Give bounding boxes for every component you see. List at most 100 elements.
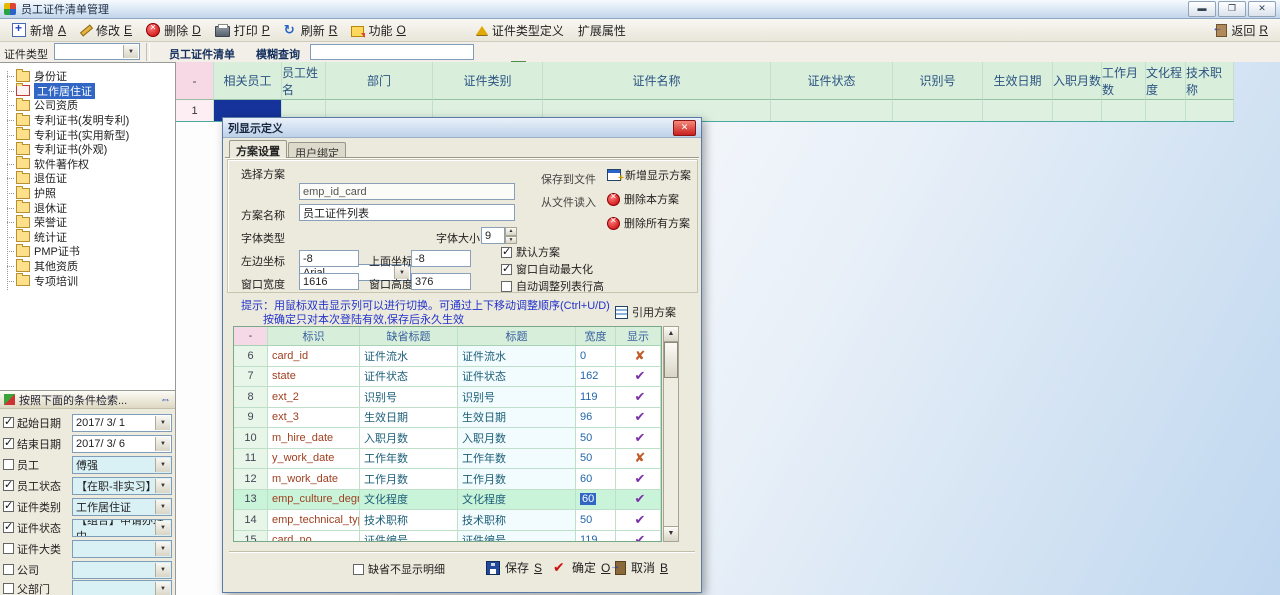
col-header[interactable]: 显示 (616, 327, 661, 345)
col-header-hire-months[interactable]: 入职月数 (1053, 62, 1102, 100)
col-header-cert-status[interactable]: 证件状态 (771, 62, 893, 100)
checkbox[interactable] (3, 480, 14, 491)
col-header-department[interactable]: 部门 (326, 62, 433, 100)
save-button[interactable]: 保存S (486, 559, 542, 576)
minimize-button[interactable]: ▬ (1188, 1, 1216, 17)
column-row[interactable]: 11y_work_date工作年数工作年数50✘ (234, 449, 661, 470)
tree-item[interactable]: 专利证书(发明专利) (0, 113, 175, 128)
column-row[interactable]: 7state证件状态证件状态162✔ (234, 367, 661, 388)
checkbox[interactable] (3, 583, 14, 594)
table-scrollbar[interactable]: ▲ ▼ (663, 326, 679, 542)
column-row-selected[interactable]: 13emp_culture_degr文化程度文化程度60✔ (234, 490, 661, 511)
tree-item-selected[interactable]: 工作居住证 (0, 84, 175, 99)
maximize-button[interactable]: ❐ (1218, 1, 1246, 17)
hide-detail-checkbox[interactable]: 缺省不显示明细 (353, 561, 445, 577)
tree-item[interactable]: 其他资质 (0, 259, 175, 274)
left-coord-input[interactable]: -8 (299, 250, 359, 267)
search-input[interactable] (310, 44, 474, 60)
checkbox[interactable] (3, 543, 14, 554)
checkbox[interactable] (501, 281, 512, 292)
column-row[interactable]: 15card_no证件编号证件编号119✔ (234, 531, 661, 543)
col-header-cert-category[interactable]: 证件类别 (433, 62, 543, 100)
function-button[interactable]: 功能O (344, 20, 412, 41)
chevron-down-icon[interactable] (155, 563, 170, 577)
cert-type-define-button[interactable]: 证件类型定义 (469, 20, 571, 41)
col-header-id-number[interactable]: 识别号 (893, 62, 983, 100)
checkbox[interactable] (3, 501, 14, 512)
employee-select[interactable]: 傅强 (72, 456, 172, 474)
tree-item[interactable]: 荣誉证 (0, 215, 175, 230)
print-button[interactable]: 打印P (208, 20, 277, 41)
add-button[interactable]: 新增A (5, 20, 73, 41)
start-date-select[interactable]: 2017/ 3/ 1 (72, 414, 172, 432)
employee-status-select[interactable]: 【在职-非实习】 (72, 477, 172, 495)
checkbox[interactable] (3, 522, 14, 533)
scroll-thumb[interactable] (664, 342, 678, 378)
column-row[interactable]: 8ext_2识别号识别号119✔ (234, 387, 661, 408)
tree-item[interactable]: 专项培训 (0, 273, 175, 288)
col-header[interactable]: 标识 (268, 327, 360, 345)
tree-item[interactable]: 统计证 (0, 230, 175, 245)
top-coord-input[interactable]: -8 (411, 250, 471, 267)
font-size-stepper[interactable]: ▲▼ (505, 227, 517, 244)
dialog-close-button[interactable]: ✕ (673, 120, 696, 136)
delete-all-plans-button[interactable]: 删除所有方案 (607, 215, 690, 231)
spin-down-icon[interactable]: ▼ (505, 236, 517, 245)
column-row[interactable]: 10m_hire_date入职月数入职月数50✔ (234, 428, 661, 449)
tab-user-binding[interactable]: 用户绑定 (288, 142, 346, 158)
col-header-work-months[interactable]: 工作月数 (1102, 62, 1146, 100)
width-cell-editing[interactable]: 60 (580, 493, 596, 505)
chevron-down-icon[interactable] (155, 416, 170, 430)
tree-item[interactable]: 软件著作权 (0, 157, 175, 172)
column-row[interactable]: 9ext_3生效日期生效日期96✔ (234, 408, 661, 429)
checkbox[interactable] (3, 459, 14, 470)
chevron-down-icon[interactable] (155, 479, 170, 493)
col-header-cert-name[interactable]: 证件名称 (543, 62, 771, 100)
checkbox[interactable] (3, 417, 14, 428)
chevron-down-icon[interactable] (155, 542, 170, 556)
checkbox[interactable] (501, 247, 512, 258)
cert-type-select[interactable] (54, 43, 140, 60)
scroll-down-icon[interactable]: ▼ (664, 526, 678, 541)
dialog-titlebar[interactable]: 列显示定义 ✕ (223, 118, 701, 138)
col-header[interactable]: 缺省标题 (360, 327, 458, 345)
col-header-education[interactable]: 文化程度 (1146, 62, 1186, 100)
delete-button[interactable]: 删除D (139, 20, 208, 41)
edit-button[interactable]: 修改E (73, 20, 139, 41)
col-header[interactable]: 标题 (458, 327, 576, 345)
window-width-input[interactable]: 1616 (299, 273, 359, 290)
col-header-effective-date[interactable]: 生效日期 (983, 62, 1053, 100)
checkbox[interactable] (501, 264, 512, 275)
tree-item[interactable]: 专利证书(实用新型) (0, 127, 175, 142)
default-plan-checkbox[interactable]: 默认方案 (501, 244, 560, 260)
refresh-button[interactable]: 刷新R (277, 20, 345, 41)
checkbox[interactable] (3, 438, 14, 449)
tree-item[interactable]: 退伍证 (0, 171, 175, 186)
col-header-employee-name[interactable]: 员工姓名 (282, 62, 326, 100)
auto-maximize-checkbox[interactable]: 窗口自动最大化 (501, 261, 593, 277)
cert-status-select[interactable]: 【组合】申请办理中 (72, 519, 172, 537)
add-plan-button[interactable]: 新增显示方案 (607, 167, 691, 183)
tree-item[interactable]: 公司资质 (0, 98, 175, 113)
tree-item[interactable]: 护照 (0, 186, 175, 201)
tree-item[interactable]: 身份证 (0, 69, 175, 84)
company-select[interactable] (72, 561, 172, 579)
tree-item[interactable]: 专利证书(外观) (0, 142, 175, 157)
delete-plan-button[interactable]: 删除本方案 (607, 191, 679, 207)
chevron-down-icon[interactable] (155, 582, 170, 595)
cert-category-select[interactable]: 工作居住证 (72, 498, 172, 516)
col-header-indicator[interactable]: - (176, 62, 214, 100)
fuzzy-query-button[interactable]: 模糊查询 (256, 46, 300, 62)
col-header[interactable]: - (234, 327, 268, 345)
chevron-down-icon[interactable] (155, 437, 170, 451)
cert-class-select[interactable] (72, 540, 172, 558)
font-size-input[interactable]: 9 (481, 227, 505, 244)
checkbox[interactable] (3, 564, 14, 575)
spin-up-icon[interactable]: ▲ (505, 227, 517, 236)
chevron-down-icon[interactable] (123, 45, 138, 58)
tree-item[interactable]: 退休证 (0, 200, 175, 215)
tree-item[interactable]: PMP证书 (0, 244, 175, 259)
window-height-input[interactable]: 376 (411, 273, 471, 290)
col-header[interactable]: 宽度 (576, 327, 616, 345)
tab-plan-settings[interactable]: 方案设置 (229, 140, 287, 158)
